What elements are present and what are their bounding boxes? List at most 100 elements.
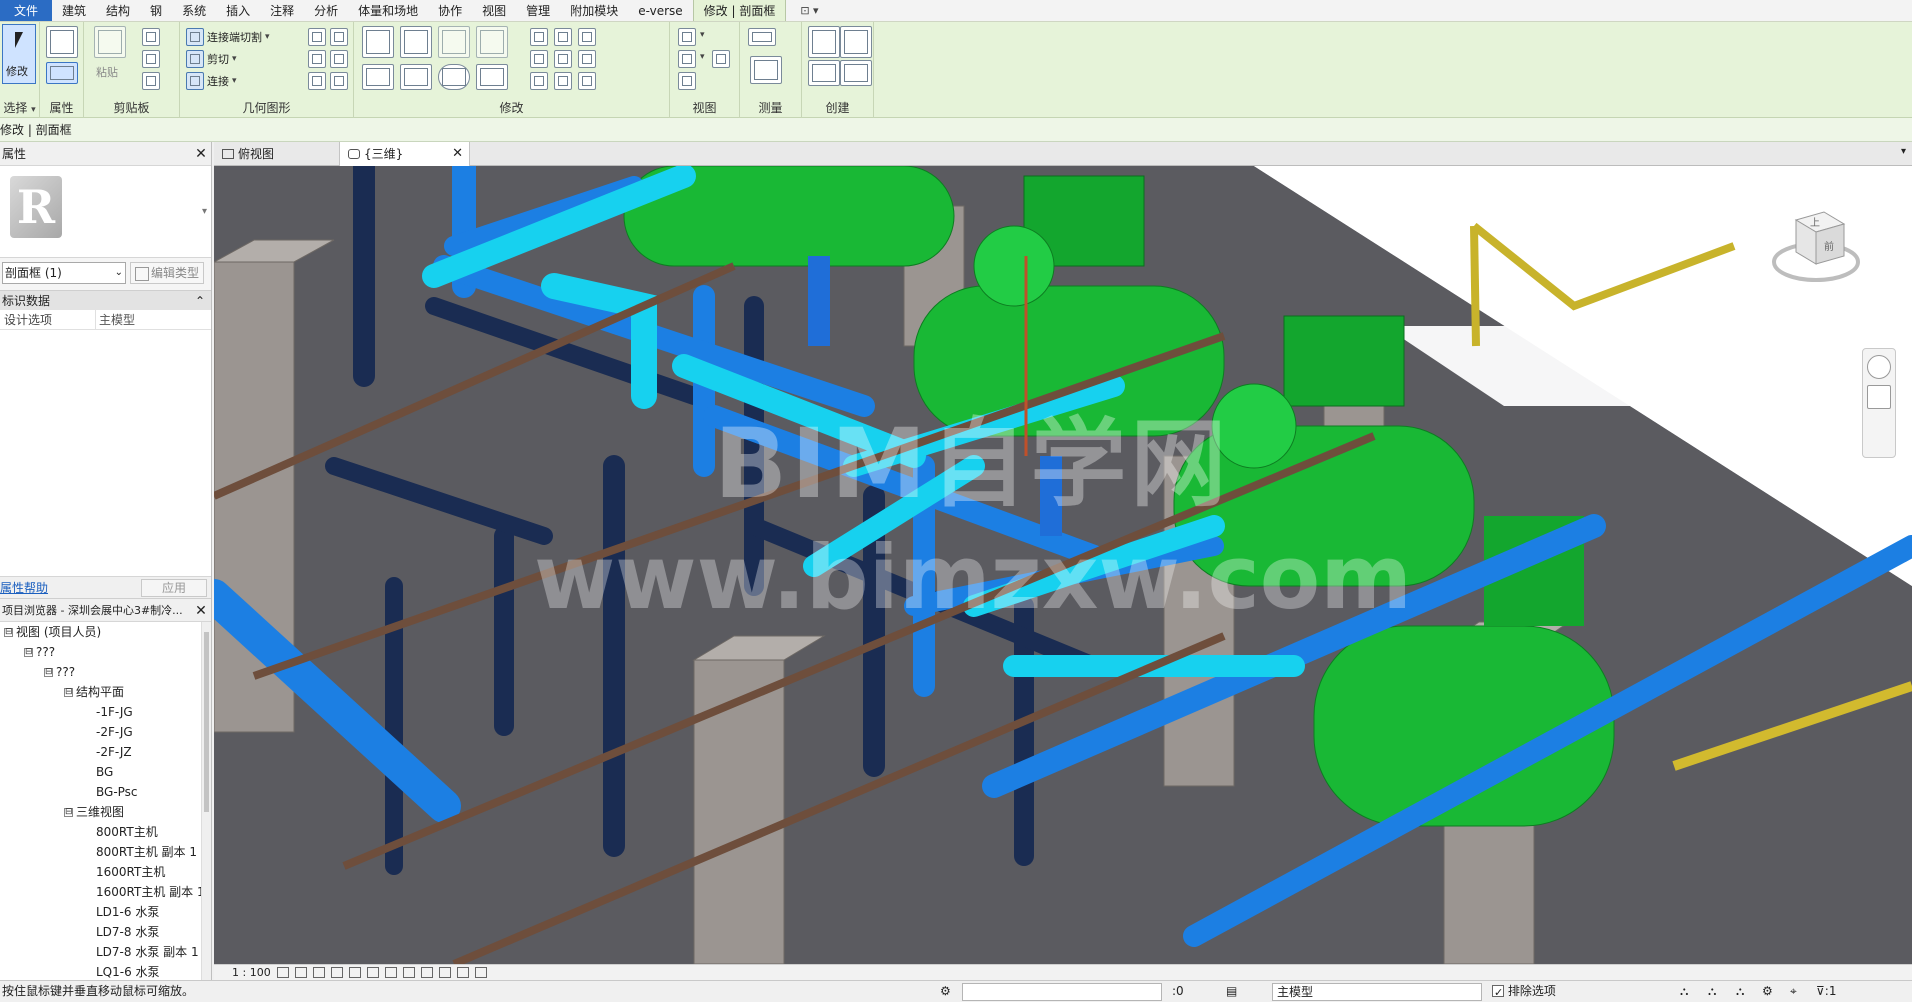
unpin-icon[interactable] [578,50,596,68]
offset-icon[interactable] [400,26,432,58]
tree-item[interactable]: -2F-JZ [0,742,211,762]
type-properties-icon[interactable] [46,26,78,58]
tab-everse[interactable]: e-verse [628,0,692,21]
tree-item[interactable]: ⊟ 结构平面 [0,682,211,702]
tree-item[interactable]: 1600RT主机 [0,862,211,882]
close-tab-icon[interactable]: ✕ [452,142,463,166]
visual-style-icon[interactable] [294,967,307,978]
tree-item[interactable]: BG [0,762,211,782]
measure-icon[interactable] [748,28,776,46]
tree-item[interactable]: -1F-JG [0,702,211,722]
copy-element-icon[interactable] [400,64,432,90]
tree-item[interactable]: LD7-8 水泵 [0,922,211,942]
move-icon[interactable] [362,64,394,90]
trim-multiple-icon[interactable] [530,72,548,90]
tab-systems[interactable]: 系统 [172,0,216,21]
copy-icon[interactable] [142,50,160,68]
tab-collaborate[interactable]: 协作 [428,0,472,21]
properties-help-link[interactable]: 属性帮助 [0,579,48,596]
tree-item[interactable]: LQ1-6 水泵 [0,962,211,982]
design-option-dropdown[interactable]: 主模型 [1272,983,1482,1001]
tab-insert[interactable]: 插入 [216,0,260,21]
dimension-icon[interactable] [750,56,782,84]
rotate-icon[interactable] [438,64,470,90]
join-roof-icon[interactable] [308,50,326,68]
cope-tool[interactable]: 连接端切割 ▾ [186,28,270,46]
tree-item[interactable]: BG-Psc [0,782,211,802]
tree-item[interactable]: 800RT主机 副本 1 [0,842,211,862]
ribbon-display-toggle[interactable]: ⊡ ▾ [800,0,818,21]
tab-modify-section-box[interactable]: 修改 | 剖面框 [692,0,787,21]
viewcube[interactable]: 上 前 [1770,190,1862,300]
split-gap-icon[interactable] [554,28,572,46]
zoom-icon[interactable] [1867,385,1891,409]
tree-item[interactable]: ⊟??? [0,642,211,662]
array-icon[interactable] [530,50,548,68]
paste-icon[interactable] [94,26,126,58]
align-icon[interactable] [362,26,394,58]
select-pinned-icon[interactable]: ⛬ [1736,981,1744,1002]
override-graphics-icon[interactable] [678,50,696,68]
tree-toggle-icon[interactable]: ⊟ [64,687,73,697]
tree-item[interactable]: LD7-8 水泵 副本 1 [0,942,211,962]
identity-data-group[interactable]: 标识数据 ⌃ [0,290,211,310]
sun-path-icon[interactable] [312,967,325,978]
properties-icon[interactable] [46,62,78,84]
tab-top-view[interactable]: 俯视图 [214,142,340,166]
worksets-icon[interactable]: ⚙ [940,981,951,1002]
detail-level-icon[interactable] [276,967,289,978]
design-options-icon[interactable]: ▤ [1226,981,1237,1002]
select-underlay-icon[interactable]: ⛬ [1708,981,1716,1002]
tab-view[interactable]: 视图 [472,0,516,21]
show-crop-icon[interactable] [402,967,415,978]
scale-icon[interactable] [554,50,572,68]
create-similar-icon[interactable] [840,60,872,86]
cut-geometry-tool[interactable]: 剪切 ▾ [186,50,237,68]
cut-icon[interactable] [142,28,160,46]
match-properties-icon[interactable] [142,72,160,90]
workset-dropdown[interactable] [962,983,1162,1001]
tree-item[interactable]: ⊟??? [0,662,211,682]
tab-analyze[interactable]: 分析 [304,0,348,21]
worksharing-display-icon[interactable] [456,967,469,978]
temporary-hide-icon[interactable] [420,967,433,978]
analytical-model-icon[interactable] [474,967,487,978]
modify-button[interactable]: 修改 [2,24,36,84]
trim-icon[interactable] [476,64,508,90]
mirror-draw-icon[interactable] [476,26,508,58]
hammer-icon[interactable] [330,72,348,90]
tab-3d-view[interactable]: {三维} ✕ [340,142,470,166]
edit-type-button[interactable]: 编辑类型 [130,262,205,284]
tree-toggle-icon[interactable]: ⊟ [44,667,53,677]
lightbulb-icon[interactable] [678,28,696,46]
tab-architecture[interactable]: 建筑 [52,0,96,21]
view-scale[interactable]: 1 : 100 [232,966,271,979]
tree-toggle-icon[interactable]: ⊟ [4,627,13,637]
join-tool[interactable]: 连接 ▾ [186,72,237,90]
tab-file[interactable]: 文件 [0,0,53,21]
close-icon[interactable]: ✕ [191,142,211,165]
tab-manage[interactable]: 管理 [516,0,560,21]
crop-view-icon[interactable] [384,967,397,978]
3d-viewport[interactable]: BIM自学网 www.bimzxw.com 上 前 [214,166,1912,964]
split-element-icon[interactable] [530,28,548,46]
tree-item[interactable]: -2F-JG [0,722,211,742]
trim-single-icon[interactable] [554,72,572,90]
delete-icon[interactable] [578,72,596,90]
tree-item[interactable]: ⊟ 视图 (项目人员) [0,622,211,642]
mirror-axis-icon[interactable] [438,26,470,58]
drag-elements-icon[interactable]: ⌖ [1790,981,1797,1002]
demolish-icon[interactable] [308,72,326,90]
linework-icon[interactable] [678,72,696,90]
hide-element-icon[interactable] [712,50,730,68]
select-dropdown[interactable]: 选择 ▾ [0,99,39,116]
tab-annotate[interactable]: 注释 [260,0,304,21]
tree-item[interactable]: 800RT主机 [0,822,211,842]
create-assembly-icon[interactable] [808,26,840,58]
tree-toggle-icon[interactable]: ⊟ [64,807,73,817]
tree-item[interactable]: ⊟ 三维视图 [0,802,211,822]
shadows-icon[interactable] [330,967,343,978]
reveal-hidden-icon[interactable] [438,967,451,978]
lock-view-icon[interactable] [366,967,379,978]
split-face-icon[interactable] [308,28,326,46]
